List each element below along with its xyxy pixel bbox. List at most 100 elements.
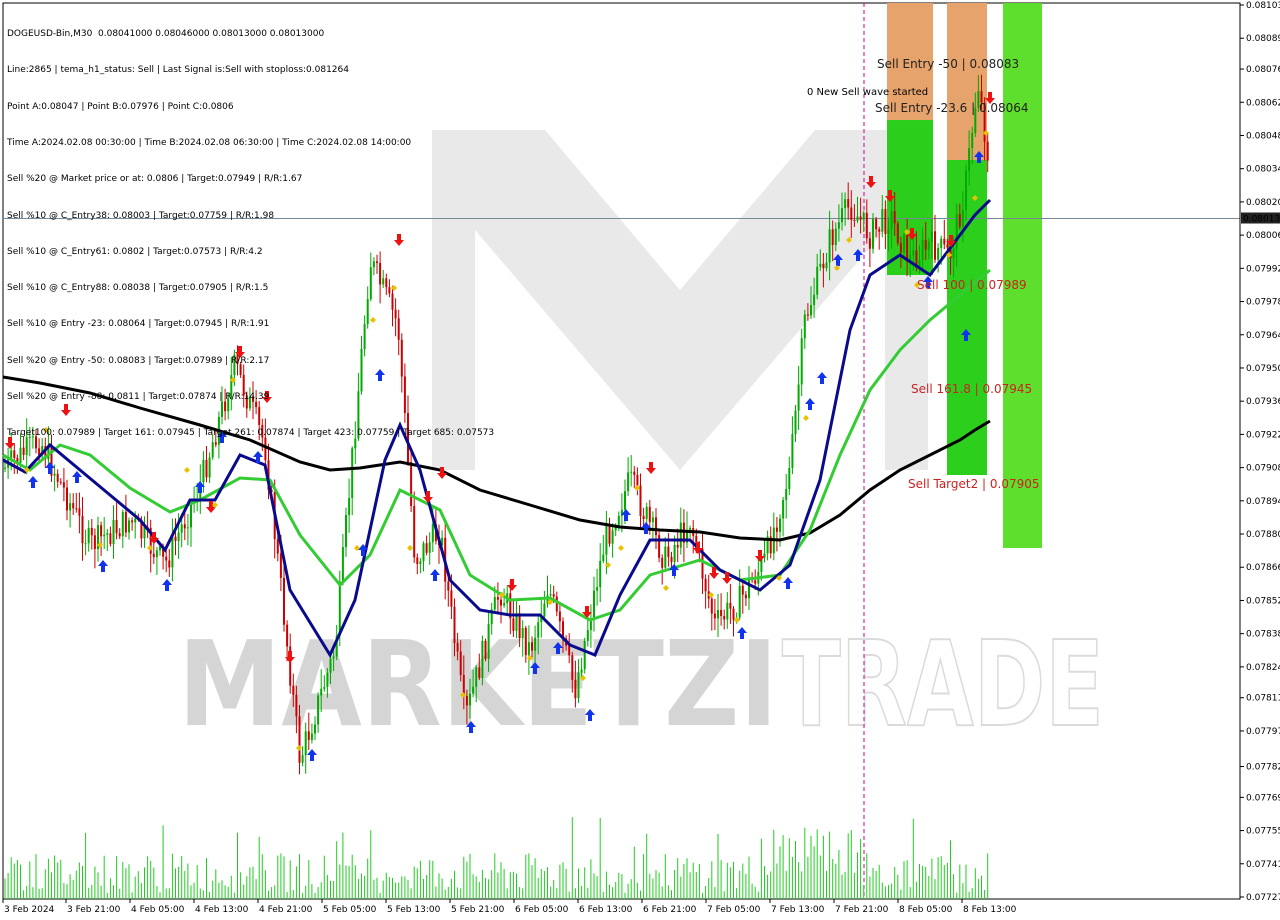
candle-body [831,229,834,245]
y-tick-label: 0.07755 [1246,827,1280,837]
y-tick-label: 0.07964 [1246,331,1280,341]
candle-body [103,534,106,537]
candle-body [93,535,96,550]
candle-body [574,679,577,699]
candle-body [341,547,344,582]
candle-body [422,543,425,562]
candle-body [75,508,78,510]
y-tick-label: 0.08076 [1246,65,1280,75]
candle-body [419,561,422,565]
candle-body [785,489,788,501]
candle-body [66,487,68,511]
info-panel: DOGEUSD-Bin,M30 0.08041000 0.08046000 0.… [7,4,494,464]
candle-body [121,511,124,537]
x-tick-label: 4 Feb 13:00 [195,905,249,915]
candle-body [636,474,639,486]
candle-body [934,231,936,260]
candle-body [689,528,692,531]
candle-body [571,655,574,680]
candle-body [899,243,902,253]
x-tick-label: 5 Feb 05:00 [323,905,377,915]
candle-body [183,524,186,529]
info-line-symbol: DOGEUSD-Bin,M30 0.08041000 0.08046000 0.… [7,29,325,40]
candle-body [112,519,115,545]
candle-body [295,694,298,717]
info-line-sell-c61: Sell %10 @ C_Entry61: 0.0802 | Target:0.… [7,246,263,257]
y-tick-label: 0.07782 [1246,763,1280,773]
candle-body [884,209,887,234]
y-tick-label: 0.07936 [1246,397,1280,407]
candle-body [586,630,589,641]
candle-body [527,642,530,656]
candle-body [286,624,289,647]
candle-body [53,473,56,476]
candle-body [816,266,819,295]
candle-body [165,556,168,561]
candle-body [937,248,940,260]
candle-body [155,550,158,558]
candle-body [531,642,533,651]
candle-body [493,597,496,610]
candle-body [955,214,958,249]
candle-body [679,522,682,548]
candle-body [958,214,961,227]
candle-body [710,598,713,614]
candle-body [152,553,155,558]
candle-body [903,234,905,253]
info-line-times: Time A:2024.02.08 00:30:00 | Time B:2024… [7,138,412,149]
candle-body [338,581,341,636]
candle-body [624,491,626,510]
candle-body [726,602,729,620]
info-line-sell-c88: Sell %10 @ C_Entry88: 0.08038 | Target:0… [7,283,269,294]
candle-body [475,667,478,687]
y-tick-label: 0.07727 [1246,893,1280,903]
candle-body [673,544,676,563]
candle-body [971,132,974,149]
candle-body [968,148,971,171]
candle-body [416,557,419,565]
candle-body [500,599,502,606]
x-tick-label: 5 Feb 13:00 [387,905,441,915]
candle-body [326,672,329,688]
candle-body [345,515,347,548]
candle-body [177,532,180,541]
candle-body [713,613,716,619]
candle-body [87,527,90,544]
candle-body [62,482,65,488]
candle-body [276,539,279,554]
candle-body [729,602,732,609]
candle-body [56,473,59,482]
info-line-sell-50: Sell %20 @ Entry -50: 0.08083 | Target:0… [7,355,270,366]
x-tick-label: 3 Feb 2024 [4,905,55,915]
candle-body [447,581,450,591]
candle-body [670,556,673,563]
x-tick-label: 7 Feb 21:00 [835,905,889,915]
candle-body [741,585,744,595]
candle-body [819,263,822,267]
candle-body [555,596,558,612]
candle-body [596,587,599,591]
info-line-sell-market: Sell %20 @ Market price or at: 0.0806 | … [7,174,303,185]
candle-body [487,624,490,659]
candle-body [314,724,316,734]
candle-body [304,731,307,756]
y-tick-label: 0.08006 [1246,231,1280,241]
y-tick-label: 0.07824 [1246,663,1280,673]
candle-body [856,216,859,221]
candle-body [952,248,955,259]
candle-body [496,597,499,600]
candle-body [84,543,87,545]
candle-body [748,579,750,599]
candle-body [469,693,471,706]
candle-body [862,212,865,220]
candle-body [825,262,828,269]
candle-body [810,305,812,316]
candle-body [428,542,431,553]
candle-body [481,640,484,678]
candle-body [317,695,320,725]
candle-body [605,524,608,555]
candle-body [878,229,881,232]
candle-body [782,500,785,519]
level-sell-161: Sell 161.8 | 0.07945 [911,382,1032,396]
info-line-points: Point A:0.08047 | Point B:0.07976 | Poin… [7,101,234,112]
